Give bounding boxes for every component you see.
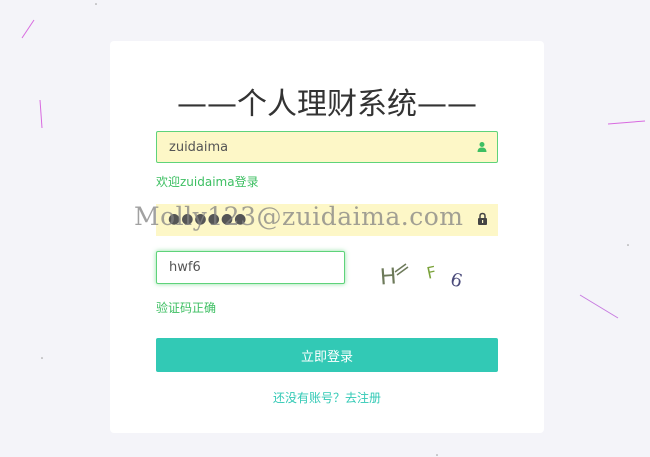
page-title: ——个人理财系统—— (177, 87, 477, 122)
login-button[interactable]: 立即登录 (156, 338, 498, 372)
register-link[interactable]: 还没有账号？去注册 (110, 389, 544, 406)
password-field[interactable]: ●●●●●● (156, 204, 498, 236)
username-field[interactable] (156, 131, 498, 163)
captcha-input[interactable] (157, 252, 344, 283)
lock-icon (478, 212, 487, 225)
captcha-image[interactable]: H F 6 (380, 259, 470, 289)
captcha-char: F (425, 262, 438, 282)
user-icon (477, 142, 487, 152)
username-input[interactable] (157, 132, 497, 162)
captcha-field[interactable] (156, 251, 345, 284)
captcha-char: 6 (448, 269, 464, 289)
login-card: ——个人理财系统—— 欢迎zuidaima登录 ●●●●●● H F 6 验证码… (110, 41, 544, 433)
captcha-char: H (380, 264, 397, 289)
captcha-hint: 验证码正确 (156, 301, 217, 315)
password-input[interactable]: ●●●●●● (168, 211, 247, 227)
username-hint: 欢迎zuidaima登录 (156, 175, 259, 189)
